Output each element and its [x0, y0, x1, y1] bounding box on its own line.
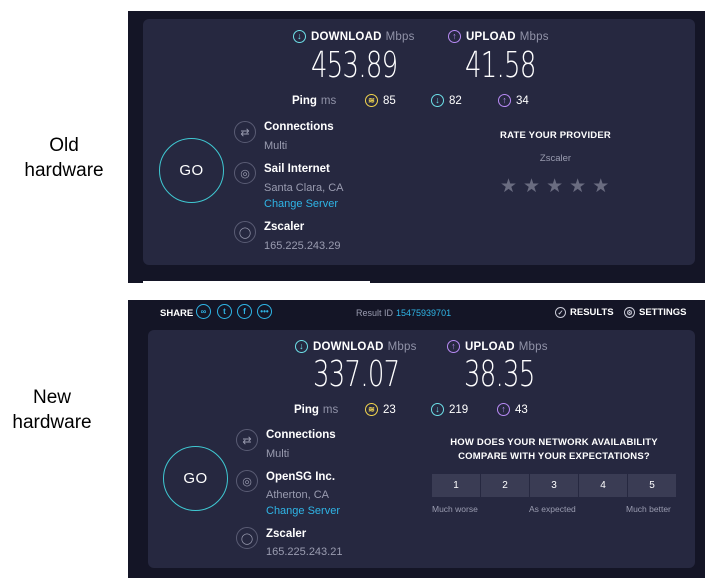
- scale-option-5[interactable]: 5: [628, 474, 676, 497]
- rate-provider-title: RATE YOUR PROVIDER: [500, 130, 611, 141]
- new-ping-upload: ↑ 43: [497, 403, 528, 416]
- expectation-scale: 1 2 3 4 5: [432, 474, 676, 497]
- scale-option-2[interactable]: 2: [481, 474, 529, 497]
- connections-title: Connections: [264, 121, 334, 133]
- old-ping-upload: ↑ 34: [498, 94, 529, 107]
- upload-arrow-icon: ↑: [448, 30, 461, 43]
- connections-icon: ⇄: [236, 429, 258, 451]
- ip-address: 165.225.243.21: [266, 546, 343, 558]
- twitter-icon[interactable]: t: [217, 304, 232, 319]
- download-arrow-icon: ↓: [295, 340, 308, 353]
- star-icon[interactable]: ★: [500, 177, 517, 197]
- gear-icon: ⚙: [624, 307, 635, 318]
- old-upload-value: 41.58: [465, 45, 536, 86]
- star-icon[interactable]: ★: [546, 177, 563, 197]
- star-icon[interactable]: ★: [523, 177, 540, 197]
- facebook-icon[interactable]: f: [237, 304, 252, 319]
- result-id: Result ID 15475939701: [356, 308, 452, 318]
- star-icon[interactable]: ★: [569, 177, 586, 197]
- jitter-icon: ≋: [365, 94, 378, 107]
- new-hardware-label: New hardware: [12, 387, 92, 433]
- scale-option-1[interactable]: 1: [432, 474, 480, 497]
- go-button[interactable]: GO: [163, 446, 228, 511]
- settings-button[interactable]: ⚙ SETTINGS: [624, 307, 687, 318]
- upload-arrow-icon: ↑: [497, 403, 510, 416]
- availability-question: HOW DOES YOUR NETWORK AVAILABILITY COMPA…: [450, 437, 658, 462]
- server-location: Santa Clara, CA: [264, 182, 344, 194]
- new-download-value: 337.07: [313, 354, 400, 395]
- star-icon[interactable]: ★: [592, 177, 609, 197]
- scale-option-4[interactable]: 4: [579, 474, 627, 497]
- download-arrow-icon: ↓: [431, 403, 444, 416]
- connections-value[interactable]: Multi: [266, 448, 289, 460]
- scale-low-label: Much worse: [432, 504, 478, 514]
- go-button[interactable]: GO: [159, 138, 224, 203]
- isp-name: Zscaler: [264, 221, 305, 233]
- old-upload-header: ↑ UPLOAD Mbps: [448, 30, 549, 43]
- user-icon: ◯: [234, 221, 256, 243]
- new-speedtest-panel: SHARE ∞ t f ••• Result ID 15475939701 ✓ R…: [128, 300, 705, 578]
- share-label: SHARE: [160, 308, 194, 319]
- check-icon: ✓: [555, 307, 566, 318]
- change-server-link[interactable]: Change Server: [266, 505, 340, 517]
- jitter-icon: ≋: [365, 403, 378, 416]
- old-ping-download: ↓ 82: [431, 94, 462, 107]
- user-icon: ◯: [236, 527, 258, 549]
- divider-strip: [143, 281, 370, 284]
- old-download-header: ↓ DOWNLOAD Mbps: [293, 30, 415, 43]
- globe-icon: ◎: [236, 470, 258, 492]
- ip-address: 165.225.243.29: [264, 240, 341, 252]
- link-icon[interactable]: ∞: [196, 304, 211, 319]
- old-ping-jitter: ≋ 85: [365, 94, 396, 107]
- connections-title: Connections: [266, 429, 336, 441]
- results-button[interactable]: ✓ RESULTS: [555, 307, 614, 318]
- old-download-value: 453.89: [311, 45, 398, 86]
- new-ping-label: Ping ms: [294, 404, 339, 416]
- new-ping-download: ↓ 219: [431, 403, 468, 416]
- new-download-header: ↓ DOWNLOAD Mbps: [295, 340, 417, 353]
- new-upload-value: 38.35: [464, 354, 535, 395]
- isp-name: Zscaler: [266, 528, 307, 540]
- upload-arrow-icon: ↑: [498, 94, 511, 107]
- old-hardware-label: Old hardware: [24, 135, 104, 181]
- upload-arrow-icon: ↑: [447, 340, 460, 353]
- change-server-link[interactable]: Change Server: [264, 198, 338, 210]
- old-speedtest-panel: ↓ DOWNLOAD Mbps 453.89 ↑ UPLOAD Mbps 41.…: [128, 11, 705, 283]
- more-icon[interactable]: •••: [257, 304, 272, 319]
- old-ping-label: Ping ms: [292, 95, 337, 107]
- old-result-card: [143, 19, 695, 265]
- scale-option-3[interactable]: 3: [530, 474, 578, 497]
- server-name: OpenSG Inc.: [266, 471, 336, 483]
- server-location: Atherton, CA: [266, 489, 329, 501]
- rate-provider-name: Zscaler: [539, 153, 572, 164]
- download-arrow-icon: ↓: [431, 94, 444, 107]
- new-upload-header: ↑ UPLOAD Mbps: [447, 340, 548, 353]
- download-arrow-icon: ↓: [293, 30, 306, 43]
- new-ping-jitter: ≋ 23: [365, 403, 396, 416]
- server-name: Sail Internet: [264, 163, 330, 175]
- rating-stars: ★ ★ ★ ★ ★: [500, 177, 609, 197]
- scale-high-label: Much better: [626, 504, 671, 514]
- globe-icon: ◎: [234, 162, 256, 184]
- connections-value[interactable]: Multi: [264, 140, 287, 152]
- connections-icon: ⇄: [234, 121, 256, 143]
- scale-mid-label: As expected: [529, 504, 576, 514]
